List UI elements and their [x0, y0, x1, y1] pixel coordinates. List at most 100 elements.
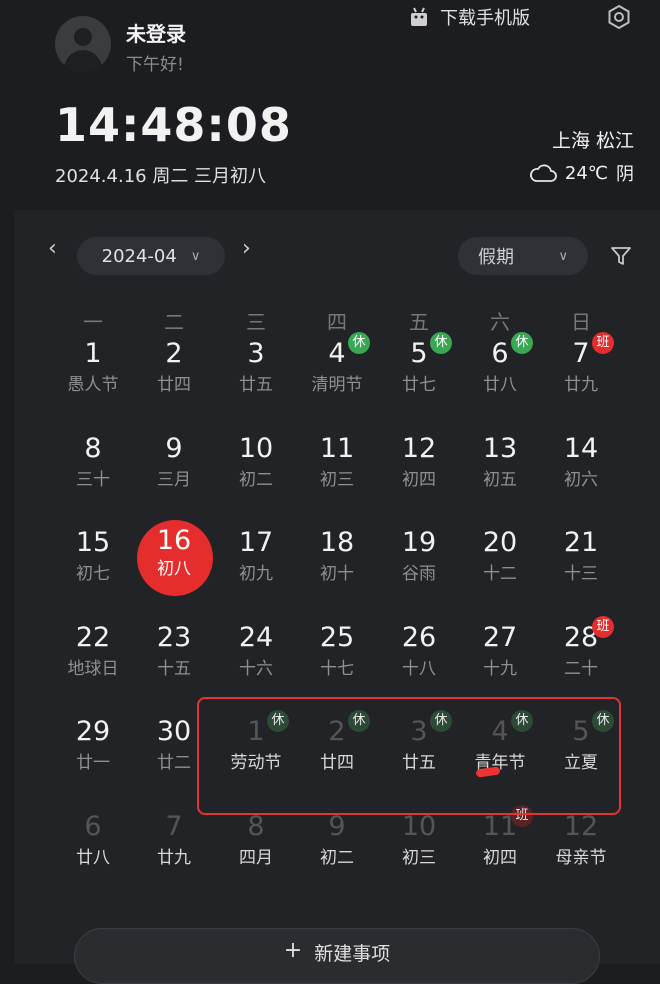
- calendar-day[interactable]: 12 初四: [378, 418, 460, 512]
- lunar-label: 十九: [483, 658, 517, 679]
- day-number: 8: [84, 432, 102, 464]
- calendar-day[interactable]: 21 十三: [540, 512, 622, 606]
- next-month-button[interactable]: ›: [242, 236, 251, 261]
- month-selector[interactable]: 2024-04 ∨: [77, 237, 225, 275]
- user-name[interactable]: 未登录: [126, 18, 186, 47]
- lunar-label: 廿九: [157, 848, 191, 868]
- calendar-day[interactable]: 14 初六: [540, 418, 622, 512]
- day-number: 9: [328, 811, 346, 842]
- calendar-day[interactable]: 24 十六: [215, 607, 297, 701]
- day-number: 12: [563, 811, 599, 842]
- calendar-day[interactable]: 1 愚人节: [52, 323, 134, 417]
- lunar-label: 十七: [320, 658, 354, 679]
- holiday-badge: 休: [430, 332, 452, 354]
- calendar-day[interactable]: 5 廿七休: [378, 323, 460, 417]
- current-date: 2024.4.16 周二 三月初八: [55, 166, 267, 187]
- android-icon: [411, 7, 427, 26]
- day-number: 25: [319, 621, 355, 653]
- lunar-label: 四月: [239, 848, 273, 868]
- lunar-label: 地球日: [67, 658, 119, 679]
- calendar-day[interactable]: 25 十七: [296, 607, 378, 701]
- month-label: 2024-04: [101, 245, 177, 267]
- day-number: 29: [75, 716, 111, 748]
- day-number: 13: [482, 432, 518, 464]
- calendar-day[interactable]: 23 十五: [133, 607, 215, 701]
- calendar-day[interactable]: 6 廿八休: [459, 323, 541, 417]
- lunar-label: 十八: [402, 658, 436, 679]
- day-number: 6: [84, 811, 102, 842]
- lunar-label: 廿八: [483, 375, 517, 395]
- day-number: 26: [401, 621, 437, 653]
- lunar-label: 三月: [157, 469, 191, 490]
- holiday-filter-label: 假期: [478, 247, 514, 268]
- day-number: 14: [563, 432, 599, 464]
- day-number: 21: [563, 527, 599, 559]
- lunar-label: 十五: [157, 658, 191, 679]
- workday-badge: 班: [592, 332, 614, 354]
- weather-city[interactable]: 上海 松江: [552, 126, 634, 153]
- greeting-text: 下午好!: [126, 55, 184, 75]
- holiday-filter-dropdown[interactable]: 假期 ∨: [458, 237, 588, 275]
- calendar-day[interactable]: 4 清明节休: [296, 323, 378, 417]
- lunar-label: 廿一: [76, 753, 110, 774]
- avatar[interactable]: [55, 16, 111, 72]
- lunar-label: 初十: [320, 564, 354, 585]
- day-number: 27: [482, 621, 518, 653]
- calendar-day[interactable]: 7 廿九班: [540, 323, 622, 417]
- download-label: 下载手机版: [440, 8, 530, 29]
- calendar-day[interactable]: 17 初九: [215, 512, 297, 606]
- lunar-label: 初八: [157, 559, 191, 580]
- calendar-day[interactable]: 18 初十: [296, 512, 378, 606]
- lunar-label: 初三: [320, 469, 354, 490]
- lunar-label: 廿九: [564, 375, 598, 395]
- day-number: 7: [165, 811, 183, 842]
- highlight-box: [197, 697, 621, 815]
- day-number: 23: [156, 621, 192, 653]
- settings-icon[interactable]: [606, 4, 632, 30]
- day-number: 16: [156, 525, 192, 557]
- calendar-day[interactable]: 29 廿一: [52, 701, 134, 795]
- lunar-label: 初四: [402, 469, 436, 490]
- day-number: 19: [401, 527, 437, 559]
- calendar-day[interactable]: 13 初五: [459, 418, 541, 512]
- calendar-day[interactable]: 3 廿五: [215, 323, 297, 417]
- calendar-day[interactable]: 8 三十: [52, 418, 134, 512]
- day-number: 17: [238, 527, 274, 559]
- download-app-button[interactable]: 下载手机版: [408, 4, 530, 30]
- chevron-down-icon: ∨: [190, 248, 201, 264]
- header: 未登录 下午好! 下载手机版 14:48:08 2024.4.16 周二 三月初…: [0, 0, 660, 210]
- lunar-label: 清明节: [311, 375, 363, 395]
- weather-temp: 24℃: [564, 162, 608, 184]
- lunar-label: 初四: [483, 848, 517, 868]
- prev-month-button[interactable]: ‹: [48, 236, 57, 261]
- lunar-label: 十三: [564, 564, 598, 585]
- lunar-label: 初二: [239, 469, 273, 490]
- day-number: 18: [319, 527, 355, 559]
- calendar-day[interactable]: 22 地球日: [52, 607, 134, 701]
- workday-badge: 班: [592, 615, 614, 638]
- lunar-label: 谷雨: [402, 564, 436, 585]
- new-item-button[interactable]: + 新建事项: [74, 928, 600, 984]
- calendar-day[interactable]: 26 十八: [378, 607, 460, 701]
- calendar-day-today[interactable]: 16 初八: [133, 512, 215, 606]
- lunar-label: 初二: [320, 848, 354, 868]
- calendar-day[interactable]: 10 初二: [215, 418, 297, 512]
- calendar-day[interactable]: 11 初三: [296, 418, 378, 512]
- calendar-day[interactable]: 9 三月: [133, 418, 215, 512]
- calendar-day[interactable]: 15 初七: [52, 512, 134, 606]
- calendar-day[interactable]: 19 谷雨: [378, 512, 460, 606]
- lunar-label: 廿五: [239, 375, 273, 395]
- calendar-day[interactable]: 28 二十班: [540, 607, 622, 701]
- day-number: 12: [401, 432, 437, 464]
- lunar-label: 廿四: [157, 375, 191, 395]
- calendar-day[interactable]: 27 十九: [459, 607, 541, 701]
- filter-icon[interactable]: [609, 244, 633, 268]
- day-number: 10: [401, 811, 437, 842]
- chevron-down-icon: ∨: [558, 248, 568, 264]
- lunar-label: 初五: [483, 469, 517, 490]
- calendar-day[interactable]: 20 十二: [459, 512, 541, 606]
- lunar-label: 三十: [76, 469, 110, 490]
- calendar-day[interactable]: 2 廿四: [133, 323, 215, 417]
- calendar-day[interactable]: 6 廿八: [52, 796, 134, 890]
- day-number: 3: [247, 338, 265, 369]
